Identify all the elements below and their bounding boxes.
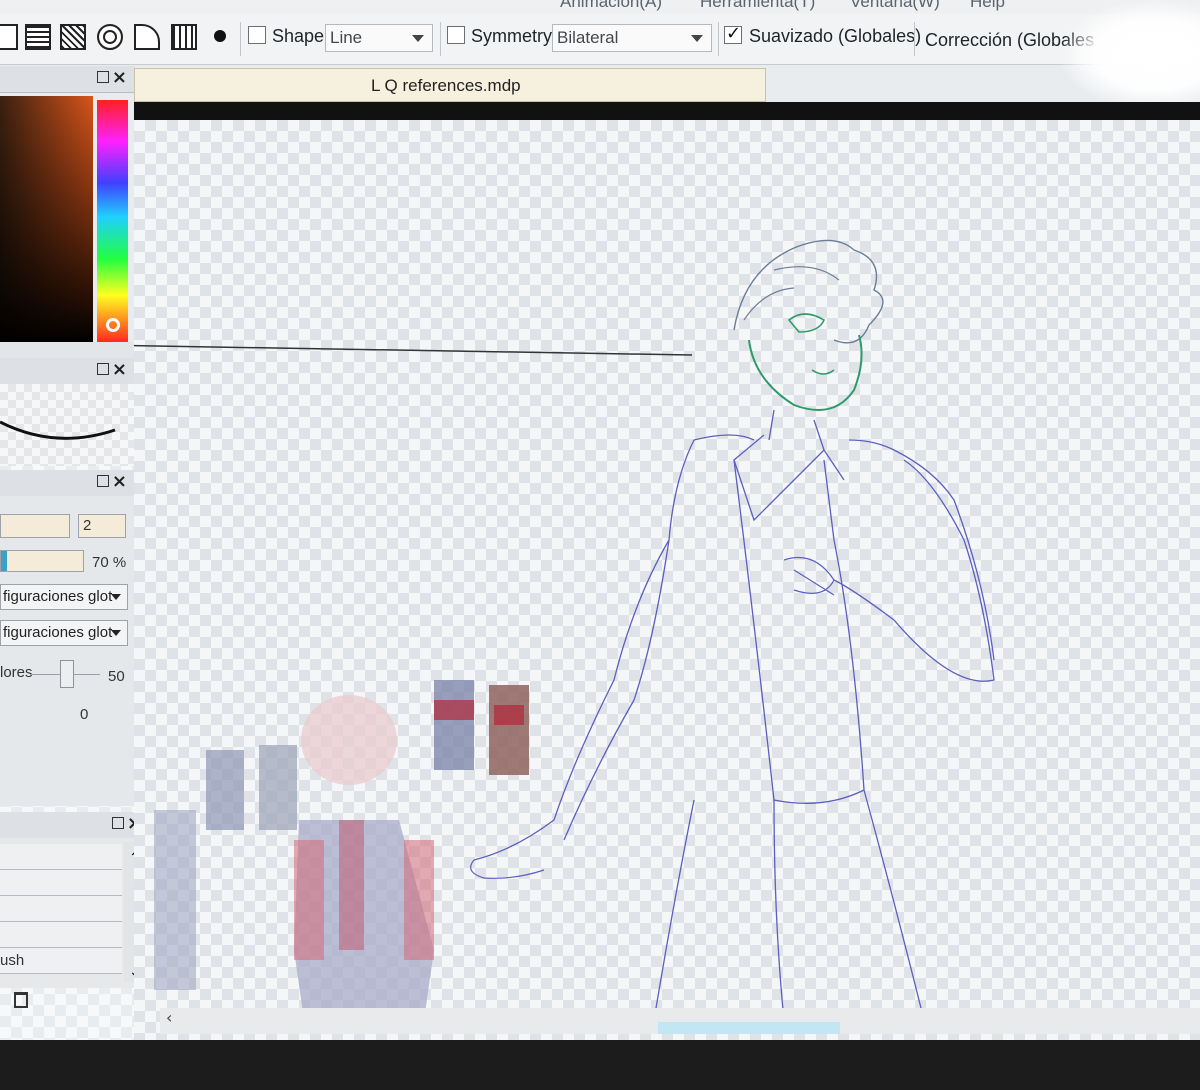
layer-row[interactable] <box>0 844 122 870</box>
brush-preview-header: × <box>0 358 135 385</box>
menu-tool[interactable]: Herramienta(T) <box>700 0 815 12</box>
shape-select-value: Line <box>330 28 363 47</box>
smoothing-checkbox[interactable] <box>724 23 742 44</box>
close-icon[interactable]: × <box>112 471 127 492</box>
canvas-horizontal-scrollbar[interactable]: ‹ <box>160 1008 1200 1034</box>
smoothing-label: Suavizado (Globales) <box>749 26 922 46</box>
opacity-value: 70 % <box>92 554 127 571</box>
toolbar-separator <box>440 22 441 56</box>
symmetry-label: Symmetry <box>471 26 552 46</box>
toolbar: Shape Line Symmetry Bilateral Suavizado … <box>0 14 1200 65</box>
symmetry-checkbox[interactable] <box>447 26 465 44</box>
color-square-picker[interactable] <box>0 96 93 344</box>
close-icon[interactable]: × <box>112 67 127 88</box>
symmetry-select[interactable]: Bilateral <box>552 24 712 52</box>
chevron-down-icon <box>111 594 121 600</box>
layer-row[interactable] <box>0 896 122 922</box>
toolbar-separator <box>240 22 241 56</box>
sketch-artwork-icon <box>93 239 995 1021</box>
undock-icon[interactable] <box>112 817 124 829</box>
shape-checkbox[interactable] <box>248 26 266 44</box>
concentric-circle-icon[interactable] <box>97 24 123 50</box>
secondary-value: 0 <box>80 706 89 723</box>
undock-icon[interactable] <box>97 475 109 487</box>
scroll-left-icon[interactable]: ‹ <box>166 1008 172 1027</box>
opacity-slider[interactable] <box>0 550 84 572</box>
size-slider-field[interactable] <box>0 514 70 538</box>
toolbar-separator <box>914 22 915 56</box>
stroke-preview-icon <box>0 420 116 440</box>
stabilizer-dropdown[interactable]: figuraciones glot <box>0 620 128 646</box>
document-tab[interactable]: L Q references.mdp <box>134 68 766 102</box>
shape-select[interactable]: Line <box>325 24 433 52</box>
menu-help[interactable]: Help <box>970 0 1005 12</box>
brush-settings-header: × <box>0 470 135 497</box>
document-tab-title: L Q references.mdp <box>371 76 521 95</box>
dropdown-value: figuraciones glot <box>3 624 113 641</box>
dropdown-value: figuraciones glot <box>3 588 113 605</box>
brush-stroke-preview <box>0 384 135 466</box>
screen: Animación(A) Herramienta(T) Ventana(W) H… <box>0 0 1200 1090</box>
diagonal-lines-icon[interactable] <box>60 24 86 50</box>
dot-brush-icon[interactable] <box>214 30 226 42</box>
hue-selector-handle[interactable] <box>106 318 120 332</box>
size-value-field[interactable]: 2 <box>78 514 126 538</box>
color-panel-header: × <box>0 66 135 93</box>
chevron-down-icon <box>691 35 703 42</box>
symmetry-select-value: Bilateral <box>557 28 619 47</box>
slider-thumb[interactable] <box>60 660 74 688</box>
hue-strip[interactable] <box>97 100 128 344</box>
chevron-down-icon <box>111 630 121 636</box>
drawing-canvas[interactable] <box>93 120 1200 1040</box>
layer-row[interactable] <box>0 922 122 948</box>
slider-value: 50 <box>108 668 125 685</box>
horizontal-lines-icon[interactable] <box>25 24 51 50</box>
curve-ruler-icon[interactable] <box>134 24 160 50</box>
trash-icon[interactable] <box>14 992 28 1008</box>
grid-tool-icon[interactable] <box>0 24 18 50</box>
layers-panel-header: × <box>0 812 150 839</box>
opacity-slider-fill <box>1 551 7 571</box>
scrollbar-thumb[interactable] <box>658 1022 840 1034</box>
shape-label: Shape <box>272 26 325 46</box>
brush-settings-panel: 2 70 % figuraciones glot figuraciones gl… <box>0 496 135 806</box>
perspective-grid-icon[interactable] <box>171 24 197 50</box>
menu-animation[interactable]: Animación(A) <box>560 0 662 12</box>
close-icon[interactable]: × <box>112 359 127 380</box>
undock-icon[interactable] <box>97 71 109 83</box>
layer-row[interactable]: ush <box>0 948 122 974</box>
menu-window[interactable]: Ventana(W) <box>850 0 940 12</box>
menu-bar: Animación(A) Herramienta(T) Ventana(W) H… <box>0 0 1200 14</box>
undock-icon[interactable] <box>97 363 109 375</box>
canvas-border <box>134 102 1200 120</box>
toolbar-separator <box>718 22 719 56</box>
chevron-down-icon <box>412 35 424 42</box>
monitor-bezel <box>0 1040 1200 1090</box>
blend-mode-dropdown[interactable]: figuraciones glot <box>0 584 128 610</box>
slider-label: lores <box>0 664 33 681</box>
layer-row[interactable] <box>0 870 122 896</box>
